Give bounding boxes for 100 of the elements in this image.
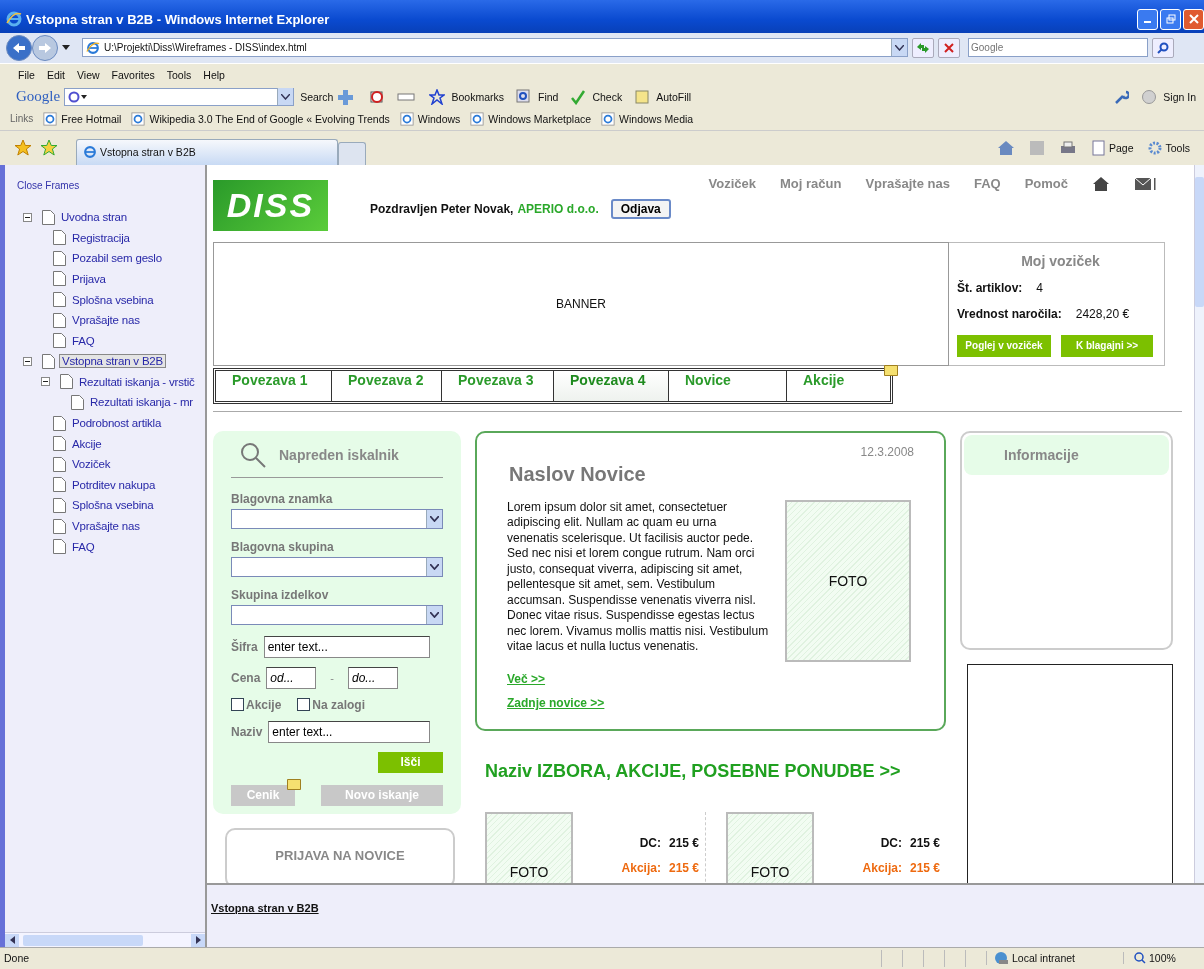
input-field[interactable]: enter text...: [263, 635, 430, 658]
menu-item[interactable]: Favorites: [111, 68, 155, 81]
spellcheck-icon: [570, 88, 587, 105]
document-icon: [53, 497, 66, 513]
logout-button[interactable]: Odjava: [610, 198, 671, 219]
tree-item[interactable]: Splošna vsebina: [70, 499, 156, 512]
horizontal-scrollbar[interactable]: [5, 932, 205, 947]
dropdown-caret-icon: [62, 45, 70, 51]
restore-button[interactable]: [1160, 9, 1181, 30]
tree-item[interactable]: Registracija: [70, 231, 132, 244]
menu-item[interactable]: Tools: [166, 68, 192, 81]
toolbar-button[interactable]: Find: [537, 90, 559, 103]
cart-value: 4: [1036, 280, 1044, 295]
collapse-toggle[interactable]: [23, 212, 32, 222]
tree-item[interactable]: Uvodna stran: [59, 211, 129, 224]
minimize-button[interactable]: [1137, 9, 1158, 30]
checkbox[interactable]: Akcije: [231, 697, 282, 712]
checkbox[interactable]: Na zalogi: [297, 697, 366, 712]
home-icon[interactable]: [1092, 175, 1110, 192]
refresh-button[interactable]: [912, 37, 934, 58]
tree-item[interactable]: Prijava: [70, 272, 108, 285]
new-tab-button[interactable]: [338, 142, 366, 166]
tree-item[interactable]: Potrditev nakupa: [70, 478, 158, 491]
find-magnifier-icon: [515, 88, 532, 105]
tree-item[interactable]: FAQ: [70, 334, 97, 347]
link-item[interactable]: Free Hotmail: [43, 111, 122, 126]
tree-item[interactable]: Vstopna stran v B2B: [59, 354, 167, 369]
zoom-level[interactable]: 100%: [1123, 952, 1204, 965]
collapse-toggle[interactable]: [41, 377, 50, 387]
ie-logo-icon: [6, 11, 22, 28]
forward-button[interactable]: [32, 34, 58, 61]
tree-item[interactable]: Voziček: [70, 458, 113, 471]
search-button[interactable]: [1152, 37, 1174, 58]
top-nav-link[interactable]: Vprašajte nas: [865, 176, 950, 192]
link-item[interactable]: Wikipedia 3.0 The End of Google « Evolving Trends: [131, 111, 390, 126]
sign-in-button[interactable]: Sign In: [1163, 90, 1196, 103]
tree-item[interactable]: Vprašajte nas: [70, 520, 142, 533]
panel-title: PRIJAVA NA NOVICE: [275, 847, 405, 863]
menu-item[interactable]: Help: [203, 68, 225, 81]
field-label: Naziv: [231, 724, 263, 739]
input-field[interactable]: enter text...: [268, 720, 431, 743]
toolbar-button[interactable]: Bookmarks: [451, 90, 504, 103]
tree-item[interactable]: Rezultati iskanja - mr: [88, 396, 195, 409]
menu-item[interactable]: View: [77, 68, 100, 81]
link-item[interactable]: Windows: [399, 111, 461, 126]
news-text: Lorem ipsum dolor sit amet, consectetuer adipiscing elit. Nullam ac quam eu urna venenatis scelerisque. Ut facilisis auctor pede. Sed nec nisi et lorem congue rutrum. Nam orci justo, consequat viverra, adipiscing sit amet, pellentesque sit amet, sem. Vestibulum accumsan. Suspendisse venenatis viverra nisl. Donec vitae risus. Suspendisse egestas lectus nec lorem. Vivamus mollis mattis nisi. Vestibulum vitae lacus et nulla luctus venenatis.: [507, 499, 769, 656]
field-label: Šifra: [231, 639, 258, 654]
top-nav-link[interactable]: Voziček: [708, 176, 756, 192]
document-icon: [53, 477, 66, 493]
menu-item[interactable]: Edit: [46, 68, 65, 81]
price-label: DC:: [880, 835, 902, 850]
tree-item[interactable]: Pozabil sem geslo: [70, 252, 164, 265]
input-field[interactable]: do...: [348, 666, 398, 689]
note-icon: [884, 364, 898, 376]
bar-icon: [397, 91, 418, 102]
dropdown-field[interactable]: [231, 604, 443, 625]
toolbar-button[interactable]: Check: [592, 90, 623, 103]
menu-item[interactable]: File: [18, 68, 35, 81]
search-icon: [1157, 41, 1169, 54]
tree-item[interactable]: Splošna vsebina: [70, 293, 156, 306]
top-nav-link[interactable]: Moj račun: [779, 176, 842, 192]
search-button[interactable]: Search: [300, 90, 334, 103]
toolbar-button[interactable]: AutoFill: [656, 90, 692, 103]
close-button[interactable]: [1183, 9, 1204, 30]
address-field[interactable]: U:\Projekti\Diss\Wireframes - DISS\index.html: [82, 38, 908, 58]
tree-item[interactable]: Podrobnost artikla: [70, 417, 164, 430]
back-button[interactable]: [6, 34, 32, 61]
dropdown-field[interactable]: [231, 508, 443, 529]
top-nav-link[interactable]: FAQ: [973, 176, 1001, 192]
stop-button[interactable]: [938, 37, 960, 58]
nav-tab[interactable]: Povezava 4: [554, 370, 669, 401]
search-field[interactable]: Google: [968, 38, 1148, 58]
page-link[interactable]: Vstopna stran v B2B: [211, 901, 319, 914]
tree-item[interactable]: FAQ: [70, 540, 97, 553]
photo-label: FOTO: [509, 863, 549, 880]
tools-menu-button[interactable]: Tools: [1165, 141, 1190, 154]
tree-item[interactable]: Akcije: [70, 437, 104, 450]
collapse-toggle[interactable]: [23, 356, 32, 366]
dropdown-field[interactable]: [231, 556, 443, 577]
tree-item[interactable]: Rezultati iskanja - vrstič: [77, 375, 197, 388]
page-menu-button[interactable]: Page: [1108, 141, 1134, 154]
sale-price-value: 215 €: [668, 860, 699, 875]
company-name: APERIO d.o.o.: [517, 201, 599, 216]
top-nav-link[interactable]: Pomoč: [1024, 176, 1068, 192]
sale-price-label: Akcija:: [862, 860, 902, 875]
search-icon: [239, 440, 267, 469]
link-item[interactable]: Windows Media: [601, 111, 694, 126]
photo-label: FOTO: [750, 863, 790, 880]
vertical-scrollbar[interactable]: [1194, 164, 1204, 883]
link-item[interactable]: Windows Marketplace: [470, 111, 592, 126]
window-title: Vstopna stran v B2B - Windows Internet Explorer: [26, 12, 330, 27]
refresh-arrows-icon: [915, 41, 931, 54]
browser-tab[interactable]: Vstopna stran v B2B: [76, 138, 338, 165]
mail-icon[interactable]: [1134, 175, 1156, 192]
input-field[interactable]: od...: [266, 666, 317, 689]
toolbar-search-field[interactable]: [64, 87, 295, 106]
tree-item[interactable]: Vprašajte nas: [70, 314, 142, 327]
page-icon: [1090, 139, 1107, 156]
document-icon: [53, 271, 66, 287]
close-frames-link[interactable]: Close Frames: [17, 179, 80, 191]
